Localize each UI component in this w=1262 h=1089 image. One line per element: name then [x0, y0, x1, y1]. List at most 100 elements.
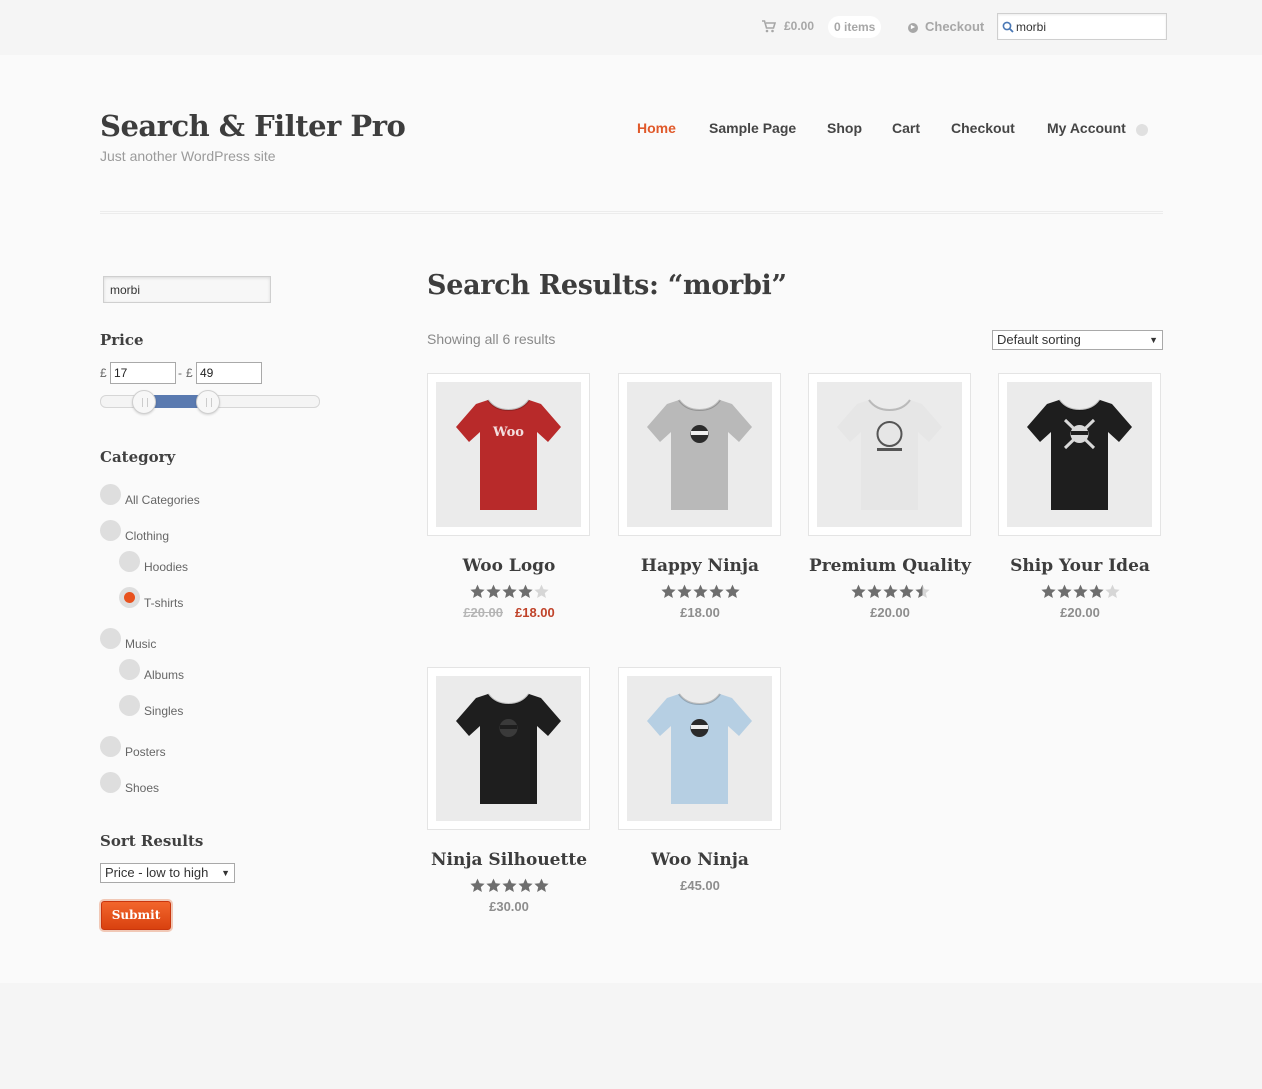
orderby-select[interactable]: Default sorting ▼: [992, 330, 1163, 350]
category-radio-albums[interactable]: [119, 659, 140, 680]
price-currency-min: £: [100, 366, 107, 380]
category-heading: Category: [100, 448, 176, 466]
product-title[interactable]: Happy Ninja: [618, 556, 782, 576]
product-image[interactable]: [436, 676, 581, 821]
price-currency-max: £: [186, 366, 193, 380]
product-image-frame[interactable]: [618, 667, 781, 830]
product-image-frame[interactable]: [618, 373, 781, 536]
star-rating: [808, 584, 972, 600]
category-radio-singles[interactable]: [119, 695, 140, 716]
tshirt-shape: [1027, 400, 1132, 510]
category-label-singles[interactable]: Singles: [144, 704, 183, 718]
product-title[interactable]: Premium Quality: [808, 556, 972, 576]
category-radio-hoodies[interactable]: [119, 551, 140, 572]
checkout-link[interactable]: Checkout: [925, 19, 984, 34]
product-card[interactable]: Ninja Silhouette £30.00: [427, 667, 591, 914]
tshirt-shape: [647, 400, 752, 510]
star-icon: [724, 584, 740, 598]
category-radio-shoes[interactable]: [100, 772, 121, 793]
category-radio-music[interactable]: [100, 628, 121, 649]
product-image[interactable]: Woo: [436, 382, 581, 527]
cart-items-count[interactable]: 0 items: [828, 16, 882, 38]
star-icon: [501, 878, 517, 892]
product-title[interactable]: Ship Your Idea: [998, 556, 1162, 576]
star-icon: [517, 878, 533, 892]
product-image[interactable]: [627, 676, 772, 821]
product-price: £18.00: [680, 605, 720, 620]
category-radio-tshirts[interactable]: [119, 587, 140, 608]
product-image[interactable]: [817, 382, 962, 527]
filter-search-input[interactable]: [103, 276, 271, 303]
price-slider-max-handle[interactable]: [196, 390, 220, 414]
price-min-input[interactable]: [110, 362, 176, 384]
chevron-down-icon[interactable]: [1136, 124, 1148, 136]
price-slider-min-handle[interactable]: [132, 390, 156, 414]
product-title[interactable]: Ninja Silhouette: [427, 850, 591, 870]
price-heading: Price: [100, 331, 144, 349]
price-max-input[interactable]: [196, 362, 262, 384]
product-card[interactable]: Ship Your Idea £20.00: [998, 373, 1162, 620]
top-search-box[interactable]: [997, 13, 1167, 40]
tshirt-print: [690, 425, 709, 443]
star-icon: [914, 584, 930, 598]
category-label-clothing[interactable]: Clothing: [125, 529, 169, 543]
tshirt-shape: [647, 694, 752, 804]
category-radio-posters[interactable]: [100, 736, 121, 757]
category-radio-all[interactable]: [100, 484, 121, 505]
tshirt-image: [456, 693, 561, 804]
category-radio-clothing[interactable]: [100, 520, 121, 541]
tshirt-shape: [456, 694, 561, 804]
top-bar: £0.00 0 items ► Checkout: [0, 0, 1262, 55]
category-label-posters[interactable]: Posters: [125, 745, 166, 759]
category-label-hoodies[interactable]: Hoodies: [144, 560, 188, 574]
star-icon: [533, 584, 549, 598]
product-price: £45.00: [680, 878, 720, 893]
product-image-frame[interactable]: [998, 373, 1161, 536]
nav-checkout[interactable]: Checkout: [951, 120, 1015, 136]
submit-button[interactable]: Submit: [101, 901, 171, 930]
top-search-input[interactable]: [1016, 16, 1164, 37]
star-icon: [660, 584, 676, 598]
page-content: Search & Filter Pro Just another WordPre…: [0, 55, 1262, 983]
footer: [0, 983, 1262, 1089]
star-icon: [501, 584, 517, 598]
tshirt-image: [837, 399, 942, 510]
nav-home[interactable]: Home: [637, 120, 676, 136]
star-icon: [898, 584, 914, 598]
category-label-shoes[interactable]: Shoes: [125, 781, 159, 795]
category-label-all[interactable]: All Categories: [125, 493, 200, 507]
nav-sample-page[interactable]: Sample Page: [709, 120, 796, 136]
page-title: Search Results: “morbi”: [427, 270, 787, 301]
nav-cart[interactable]: Cart: [892, 120, 920, 136]
star-icon: [1056, 584, 1072, 598]
product-card[interactable]: Woo Woo Logo £20.00 £18.00: [427, 373, 591, 620]
star-icon: [708, 584, 724, 598]
category-label-albums[interactable]: Albums: [144, 668, 184, 682]
sort-results-select[interactable]: Price - low to high ▼: [100, 863, 235, 883]
orderby-selected: Default sorting: [997, 332, 1081, 347]
star-icon: [517, 584, 533, 598]
tshirt-print-logo: Woo: [492, 425, 524, 440]
product-image-frame[interactable]: [427, 667, 590, 830]
product-card[interactable]: Woo Ninja £45.00: [618, 667, 782, 893]
site-title[interactable]: Search & Filter Pro: [100, 109, 406, 143]
nav-shop[interactable]: Shop: [827, 120, 862, 136]
chevron-down-icon: ▼: [221, 868, 230, 878]
product-title[interactable]: Woo Ninja: [618, 850, 782, 870]
product-title[interactable]: Woo Logo: [427, 556, 591, 576]
results-count: Showing all 6 results: [427, 331, 556, 347]
product-image[interactable]: [1007, 382, 1152, 527]
star-icon: [485, 584, 501, 598]
product-image[interactable]: [627, 382, 772, 527]
nav-my-account[interactable]: My Account: [1047, 120, 1126, 136]
cart-amount[interactable]: £0.00: [784, 19, 814, 33]
product-card[interactable]: Premium Quality £20.00: [808, 373, 972, 620]
product-card[interactable]: Happy Ninja £18.00: [618, 373, 782, 620]
category-label-music[interactable]: Music: [125, 637, 156, 651]
star-icon: [1040, 584, 1056, 598]
price-separator: -: [178, 366, 182, 380]
product-image-frame[interactable]: [808, 373, 971, 536]
product-image-frame[interactable]: Woo: [427, 373, 590, 536]
category-label-tshirts[interactable]: T-shirts: [144, 596, 183, 610]
cart-icon[interactable]: [762, 19, 776, 33]
